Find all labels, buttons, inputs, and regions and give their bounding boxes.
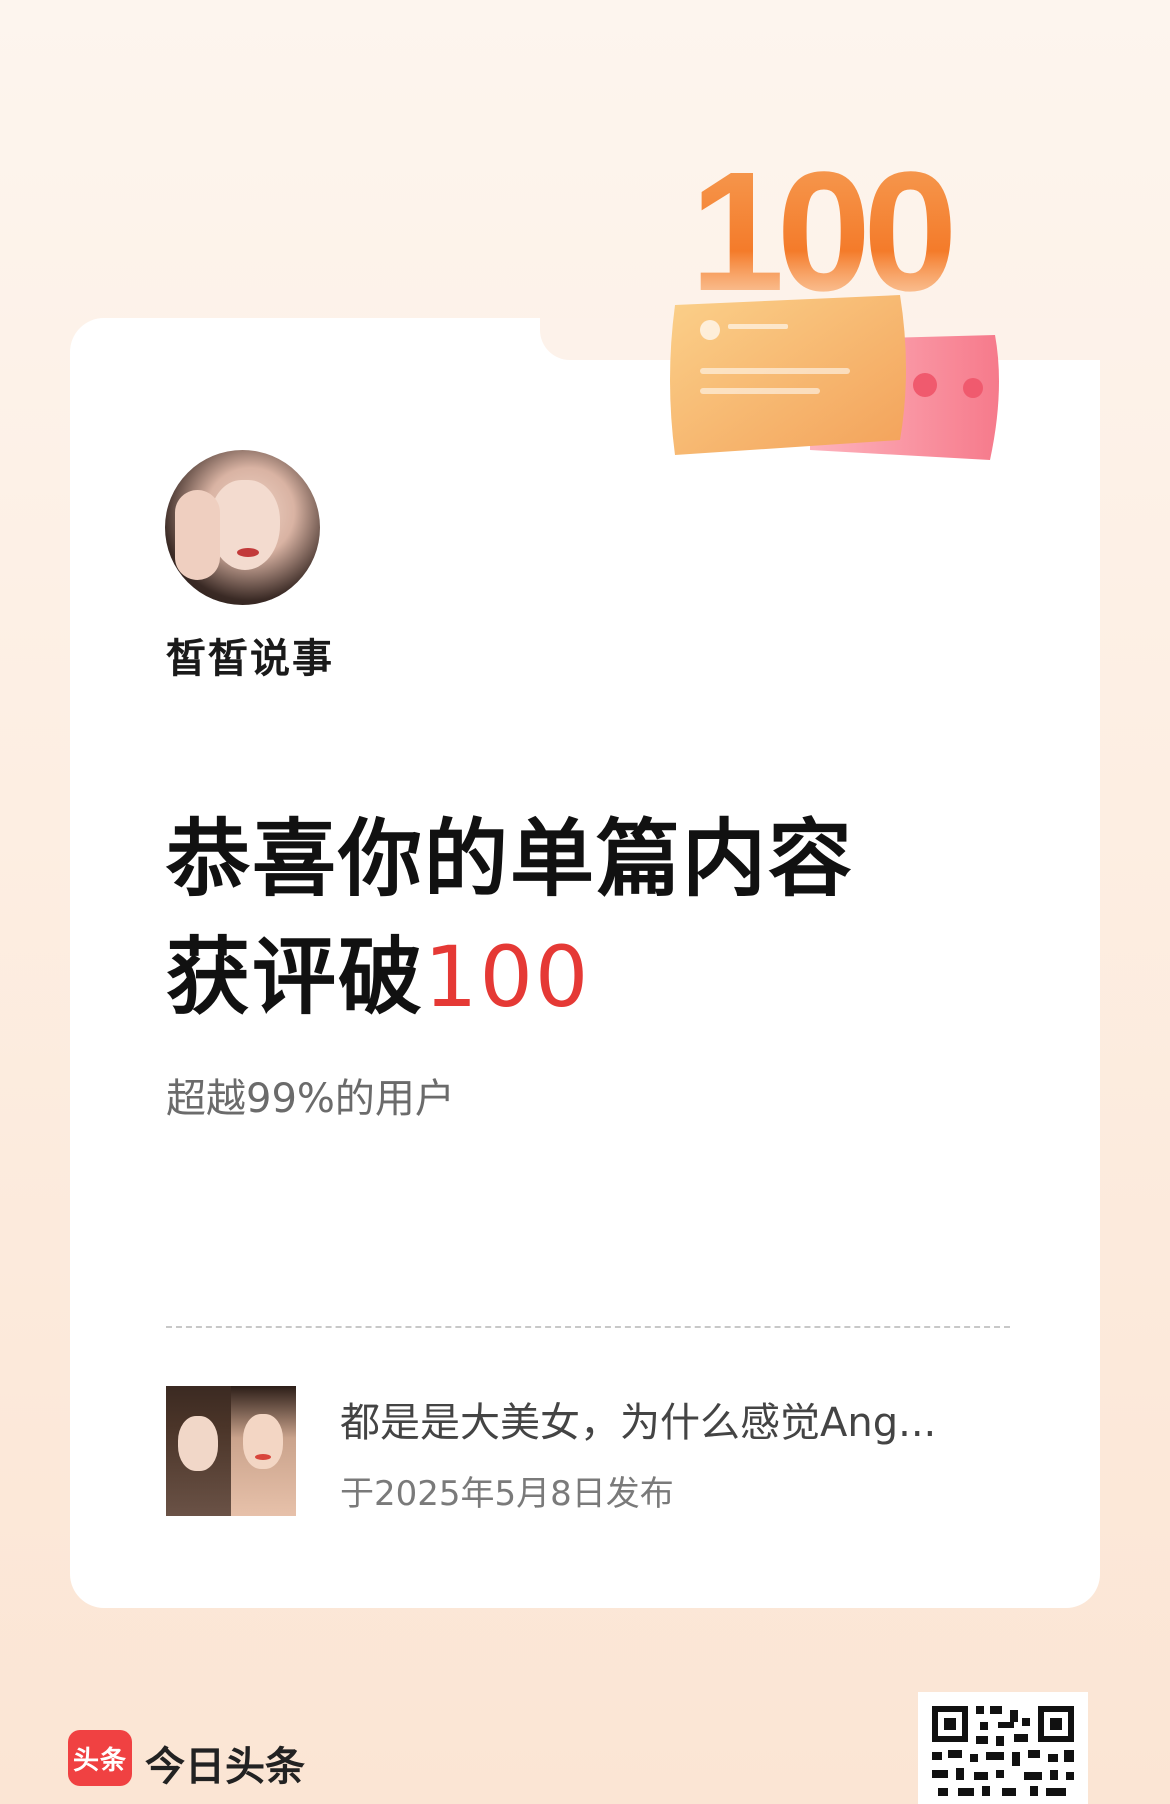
headline-line-1: 恭喜你的单篇内容 bbox=[166, 810, 855, 908]
badge-pink-dot-2 bbox=[963, 378, 983, 398]
badge-pink-dot-1 bbox=[913, 373, 937, 397]
headline-number: 100 bbox=[424, 928, 591, 1026]
article-date: 于2025年5月8日发布 bbox=[340, 1474, 674, 1514]
badge-ribbon-line-3 bbox=[700, 388, 820, 394]
thumbnail-face-left bbox=[178, 1416, 218, 1471]
thumbnail-left-portrait bbox=[166, 1386, 231, 1516]
avatar-lips bbox=[237, 548, 259, 557]
headline-line-2: 获评破100 bbox=[166, 918, 854, 1036]
badge-100-illustration: 100 bbox=[670, 137, 999, 460]
dashed-divider bbox=[166, 1326, 1010, 1328]
article-title[interactable]: 都是是大美女，为什么感觉Ang... bbox=[340, 1390, 936, 1448]
badge-number: 100 bbox=[690, 137, 951, 327]
avatar-hand bbox=[175, 490, 220, 580]
author-name: 皙皙说事 bbox=[166, 636, 334, 682]
toutiao-logo-icon: 头条 bbox=[68, 1730, 132, 1786]
badge-ribbon-avatar-dot bbox=[700, 320, 720, 340]
qr-code[interactable] bbox=[918, 1692, 1088, 1804]
thumbnail-lips bbox=[255, 1454, 271, 1460]
badge-orange-ribbon bbox=[670, 295, 906, 455]
ranking-subtext: 超越99%的用户 bbox=[166, 1076, 455, 1122]
author-avatar[interactable] bbox=[165, 450, 320, 605]
toutiao-logo-text: 今日头条 bbox=[145, 1744, 305, 1790]
thumbnail-right-portrait bbox=[231, 1386, 296, 1516]
badge-ribbon-line-2 bbox=[700, 368, 850, 374]
thumbnail-face-right bbox=[243, 1414, 283, 1469]
qr-code-icon bbox=[932, 1706, 1074, 1796]
headline-prefix: 获评破 bbox=[166, 928, 425, 1026]
badge-ribbon-line-1 bbox=[728, 324, 788, 329]
article-thumbnail[interactable] bbox=[166, 1386, 296, 1516]
headline: 恭喜你的单篇内容 获评破100 bbox=[166, 800, 854, 1036]
